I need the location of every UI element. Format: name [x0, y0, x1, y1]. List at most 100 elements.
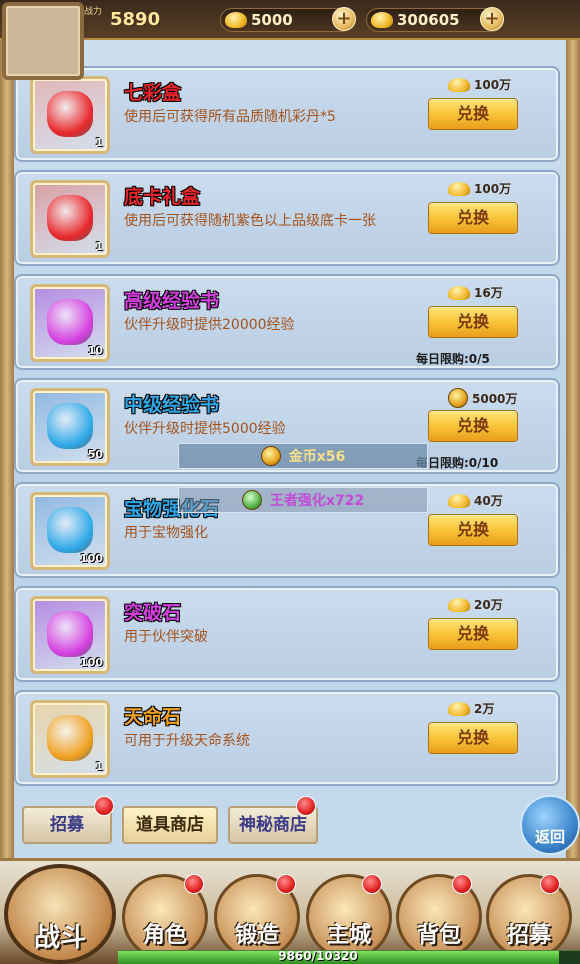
price-value: 5000万 [472, 391, 518, 406]
exchange-button[interactable]: 兑换 [428, 514, 518, 546]
right-scroll-border [566, 40, 580, 860]
exchange-button[interactable]: 兑换 [428, 722, 518, 754]
item-price: 2万 [448, 700, 494, 717]
nav-battle-label: 战斗 [33, 923, 86, 953]
item-name: 中级经验书 [124, 394, 220, 416]
coin-value: 300605 [397, 11, 460, 29]
exchange-button[interactable]: 兑换 [428, 202, 518, 234]
green-gem-icon [47, 507, 93, 553]
price-value: 2万 [474, 702, 495, 716]
item-price: 100万 [448, 76, 511, 93]
nav-character-label: 角色 [142, 923, 187, 948]
item-description: 用于宝物强化 [124, 525, 208, 541]
item-price: 20万 [448, 596, 503, 613]
item-count: 1 [95, 136, 103, 149]
nav-bag-label: 背包 [416, 923, 461, 948]
back-button[interactable]: 返回 [520, 795, 580, 855]
shop-item-card: 1 底卡礼盒使用后可获得随机紫色以上品级底卡一张 100万兑换 [14, 170, 560, 266]
nav-forge-label: 锻造 [234, 923, 279, 948]
nav-recruit-label: 招募 [506, 923, 551, 948]
toast-text: 王者强化x722 [269, 493, 365, 509]
exchange-button[interactable]: 兑换 [428, 410, 518, 442]
price-value: 16万 [474, 286, 503, 300]
item-price: 16万 [448, 284, 503, 301]
daily-limit: 每日限购:0/5 [416, 352, 490, 366]
notification-dot [452, 874, 472, 894]
coin-icon [260, 446, 281, 466]
strengthen-icon [241, 490, 262, 510]
add-coin-button[interactable]: + [480, 7, 504, 31]
notification-dot [94, 796, 114, 816]
item-price: 40万 [448, 492, 503, 509]
item-name: 底卡礼盒 [124, 186, 201, 208]
shop-item-card: 1 天命石可用于升级天命系统 2万兑换 [14, 690, 560, 786]
left-scroll-border [0, 40, 14, 860]
gold-ingot-icon [448, 597, 470, 612]
price-value: 100万 [474, 182, 512, 196]
item-description: 使用后可获得所有品质随机彩丹*5 [124, 109, 336, 125]
nav-city-label: 主城 [326, 923, 371, 948]
notification-dot [296, 796, 316, 816]
power-label: 战力 [84, 7, 103, 17]
shop-item-card: 100 突破石用于伙伴突破 20万兑换 [14, 586, 560, 682]
item-description: 伙伴升级时提供5000经验 [124, 421, 286, 437]
item-icon-frame[interactable]: 100 [30, 492, 110, 570]
back-label: 返回 [534, 828, 565, 846]
item-count: 50 [87, 448, 103, 461]
item-icon-frame[interactable]: 100 [30, 596, 110, 674]
exchange-button[interactable]: 兑换 [428, 618, 518, 650]
reward-toast-strengthen: 王者强化x722 [178, 487, 428, 513]
shop-item-card: 10 高级经验书 伙伴升级时提供20000经验 16万 兑换 每日限购:0/5 [14, 274, 560, 370]
item-price: 5000万 [448, 388, 517, 408]
item-count: 100 [80, 552, 103, 565]
nav-battle-button[interactable]: 战斗 [4, 864, 116, 964]
tab-item-shop[interactable]: 道具商店 [122, 806, 218, 844]
item-icon-frame[interactable]: 1 [30, 76, 110, 154]
item-icon-frame[interactable]: 50 [30, 388, 110, 466]
item-icon-frame[interactable]: 10 [30, 284, 110, 362]
power-value: 5890 [110, 9, 161, 30]
gold-ingot-icon [448, 701, 470, 716]
item-description: 使用后可获得随机紫色以上品级底卡一张 [124, 213, 376, 229]
exchange-button[interactable]: 兑换 [428, 306, 518, 338]
notification-dot [184, 874, 204, 894]
item-count: 100 [80, 656, 103, 669]
shop-item-card: 1 七彩盒使用后可获得所有品质随机彩丹*5 100万兑换 [14, 66, 560, 162]
gold-ingot-icon [225, 12, 247, 28]
notification-dot [362, 874, 382, 894]
toast-text: 金币x56 [288, 449, 346, 465]
gold-ingot-value: 5000 [251, 11, 293, 29]
gold-ingot-icon [448, 77, 470, 92]
blue-book-icon [47, 403, 93, 449]
item-name: 七彩盒 [124, 82, 182, 104]
item-count: 1 [95, 760, 103, 773]
item-name: 突破石 [124, 602, 182, 624]
experience-bar: 9860/10320 [118, 949, 580, 964]
add-ingot-button[interactable]: + [332, 7, 356, 31]
gold-book-icon [47, 299, 93, 345]
gold-ingot-icon [448, 285, 470, 300]
item-price: 100万 [448, 180, 511, 197]
item-description: 用于伙伴突破 [124, 629, 208, 645]
price-value: 20万 [474, 598, 503, 612]
item-icon-frame[interactable]: 1 [30, 180, 110, 258]
gold-ingot-icon [448, 181, 470, 196]
item-count: 10 [87, 344, 103, 357]
player-avatar[interactable] [2, 2, 84, 80]
price-value: 40万 [474, 494, 503, 508]
gold-ingot-icon [448, 493, 470, 508]
item-icon-frame[interactable]: 1 [30, 700, 110, 778]
jade-stone-icon [47, 715, 93, 761]
reward-toast-coins: 金币x56 [178, 443, 428, 469]
notification-dot [276, 874, 296, 894]
item-name: 高级经验书 [124, 290, 220, 312]
item-name: 天命石 [124, 706, 182, 728]
item-description: 可用于升级天命系统 [124, 733, 250, 749]
coin-icon [448, 388, 468, 408]
item-count: 1 [95, 240, 103, 253]
colorful-pouch-icon [47, 91, 93, 137]
notification-dot [540, 874, 560, 894]
blue-crystal-icon [47, 611, 93, 657]
gift-pouch-icon [47, 195, 93, 241]
exchange-button[interactable]: 兑换 [428, 98, 518, 130]
